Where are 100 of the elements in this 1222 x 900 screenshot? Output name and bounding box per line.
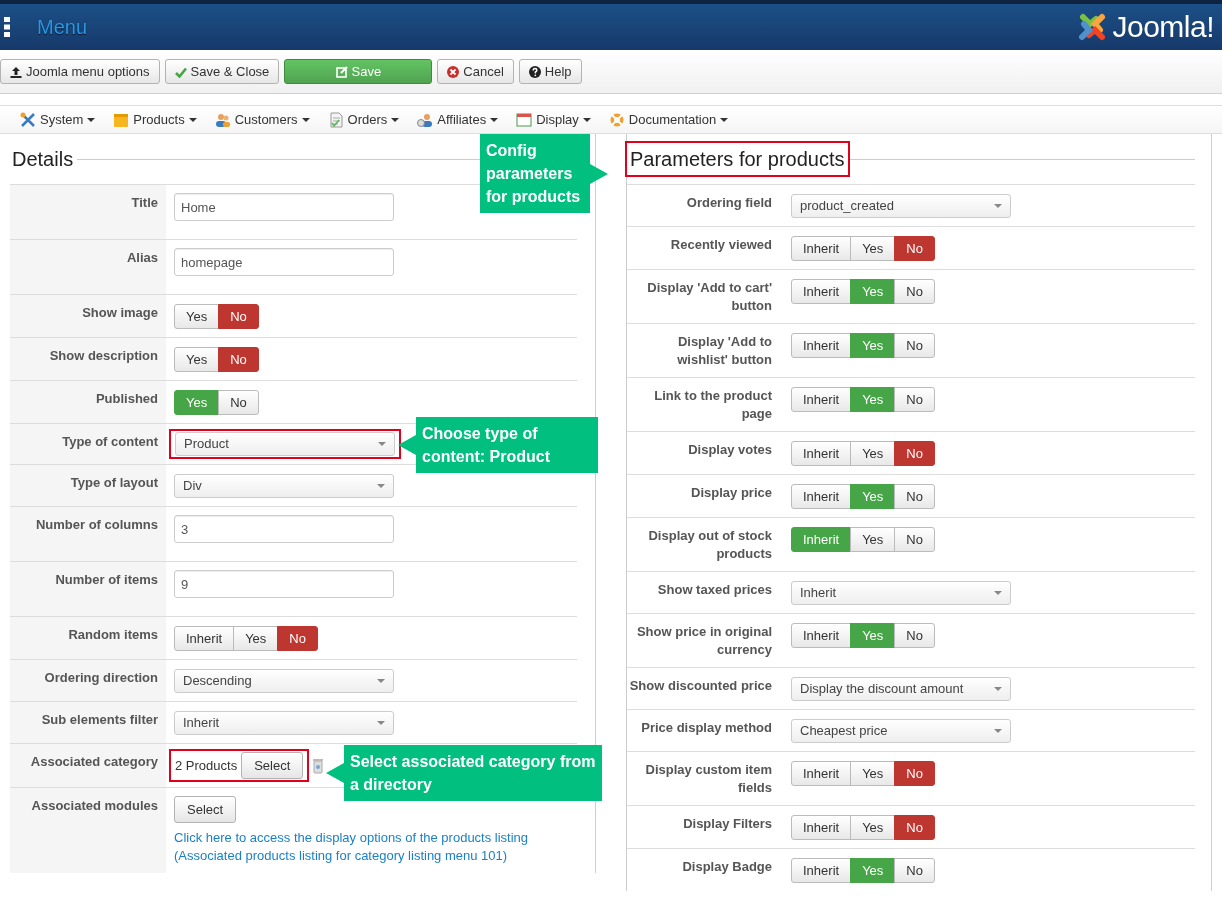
dropdown[interactable]: Inherit	[791, 581, 1011, 605]
dropdown[interactable]: Div	[174, 474, 394, 498]
field-label: Show taxed prices	[656, 581, 773, 599]
text-input[interactable]: homepage	[174, 248, 394, 276]
field-label: Link to the product page	[653, 387, 773, 423]
toggle-option[interactable]: No	[277, 626, 318, 651]
field-label: Display Filters	[682, 815, 773, 833]
menu-label: Customers	[234, 110, 298, 129]
toggle-option[interactable]: Inherit	[791, 279, 852, 304]
toggle-option[interactable]: No	[218, 390, 259, 415]
toggle-option[interactable]: Inherit	[791, 333, 852, 358]
caret-icon	[994, 204, 1002, 208]
menu-icon	[4, 17, 10, 37]
menu-item[interactable]: System	[20, 109, 96, 130]
field-label: Price display method	[640, 719, 773, 737]
callout-text: Choose type of content: Product	[416, 417, 598, 473]
field-label: Ordering direction	[10, 660, 166, 701]
menu-label: Affiliates	[437, 110, 487, 129]
toggle-option[interactable]: Yes	[850, 236, 896, 261]
toggle-option[interactable]: No	[218, 347, 259, 372]
toggle-option[interactable]: No	[894, 527, 935, 552]
toggle-option[interactable]: No	[894, 236, 935, 261]
toggle-option[interactable]: Yes	[850, 761, 896, 786]
window-icon	[516, 111, 533, 128]
toolbar-button[interactable]: Save & Close	[164, 59, 280, 84]
toggle-option[interactable]: Inherit	[791, 761, 852, 786]
toggle-option[interactable]: Inherit	[174, 626, 235, 651]
toggle-option[interactable]: Inherit	[791, 484, 852, 509]
field-label: Alias	[10, 240, 166, 294]
field-label: Sub elements filter	[10, 702, 166, 743]
category-value: 2 Products	[175, 756, 238, 775]
field-label: Number of items	[10, 562, 166, 616]
toggle-option[interactable]: Yes	[174, 347, 220, 372]
toolbar-button[interactable]: Help	[518, 59, 582, 84]
field-label: Type of content	[10, 424, 166, 464]
field-label: Show description	[10, 338, 166, 380]
text-input[interactable]: 9	[174, 570, 394, 598]
menu-item[interactable]: Customers	[214, 109, 310, 130]
toggle-option[interactable]: No	[894, 333, 935, 358]
toggle-option[interactable]: No	[894, 623, 935, 648]
select-button[interactable]: Select	[241, 752, 304, 779]
field-label: Number of columns	[10, 507, 166, 561]
menu-item[interactable]: Documentation	[608, 109, 729, 130]
field-label: Show price in original currency	[635, 623, 773, 659]
dropdown[interactable]: Inherit	[174, 711, 394, 735]
dropdown[interactable]: Product	[175, 432, 395, 456]
toggle-option[interactable]: No	[218, 304, 259, 329]
options-link[interactable]: Click here to access the display options of the products listing (Associated products listing for category listing menu 101)	[174, 829, 544, 865]
menu-item[interactable]: Products	[113, 109, 197, 130]
toggle-option[interactable]: Inherit	[791, 441, 852, 466]
text-input[interactable]: Home	[174, 193, 394, 221]
caret-icon	[720, 117, 729, 122]
toggle-option[interactable]: Yes	[850, 527, 896, 552]
toggle-option[interactable]: No	[894, 441, 935, 466]
field-label: Display votes	[687, 441, 773, 459]
toggle-option[interactable]: No	[894, 858, 935, 883]
toggle-option[interactable]: Inherit	[791, 858, 852, 883]
caret-icon	[490, 117, 499, 122]
menu-item[interactable]: Affiliates	[417, 109, 499, 130]
caret-icon	[391, 117, 400, 122]
field-label: Ordering field	[685, 194, 773, 212]
toolbar-button[interactable]: Joomla menu options	[0, 59, 160, 84]
text-input[interactable]: 3	[174, 515, 394, 543]
callout-text: Config parameters for products	[480, 134, 590, 213]
toggle-option[interactable]: Yes	[850, 815, 896, 840]
field-label: Display 'Add to cart' button	[646, 279, 773, 315]
caret-icon	[994, 591, 1002, 595]
logo-text: Joomla!	[1112, 12, 1214, 42]
toggle-option[interactable]: Yes	[174, 304, 220, 329]
menu-label: Orders	[347, 110, 388, 129]
dropdown[interactable]: Display the discount amount	[791, 677, 1011, 701]
toggle-option[interactable]: No	[894, 484, 935, 509]
callout-pointer-icon	[326, 763, 344, 783]
caret-icon	[301, 117, 310, 122]
toggle-option[interactable]: No	[894, 761, 935, 786]
menu-item[interactable]: Display	[516, 109, 591, 130]
select-button[interactable]: Select	[174, 796, 237, 823]
caret-icon	[378, 442, 386, 446]
toggle-option[interactable]: No	[894, 815, 935, 840]
toggle-option[interactable]: Yes	[850, 441, 896, 466]
caret-icon	[994, 687, 1002, 691]
toggle-option[interactable]: Yes	[233, 626, 279, 651]
caret-icon	[582, 117, 591, 122]
toggle-option[interactable]: Inherit	[791, 623, 852, 648]
dropdown[interactable]: Cheapest price	[791, 719, 1011, 743]
callout-text: Select associated category from a directory	[344, 745, 602, 801]
toggle-option[interactable]: Inherit	[791, 236, 852, 261]
help-icon	[528, 65, 541, 78]
users-icon	[417, 111, 434, 128]
callout-pointer-icon	[398, 435, 416, 455]
toggle-option[interactable]: No	[894, 387, 935, 412]
menu-item[interactable]: Orders	[327, 109, 400, 130]
dropdown[interactable]: Descending	[174, 669, 394, 693]
toggle-option[interactable]: Inherit	[791, 387, 852, 412]
dropdown[interactable]: product_created	[791, 194, 1011, 218]
toggle-option[interactable]: No	[894, 279, 935, 304]
toggle-option[interactable]: Inherit	[791, 815, 852, 840]
caret-icon	[87, 117, 96, 122]
page-title: Menu	[37, 15, 88, 40]
toolbar-button[interactable]: Cancel	[437, 59, 514, 84]
